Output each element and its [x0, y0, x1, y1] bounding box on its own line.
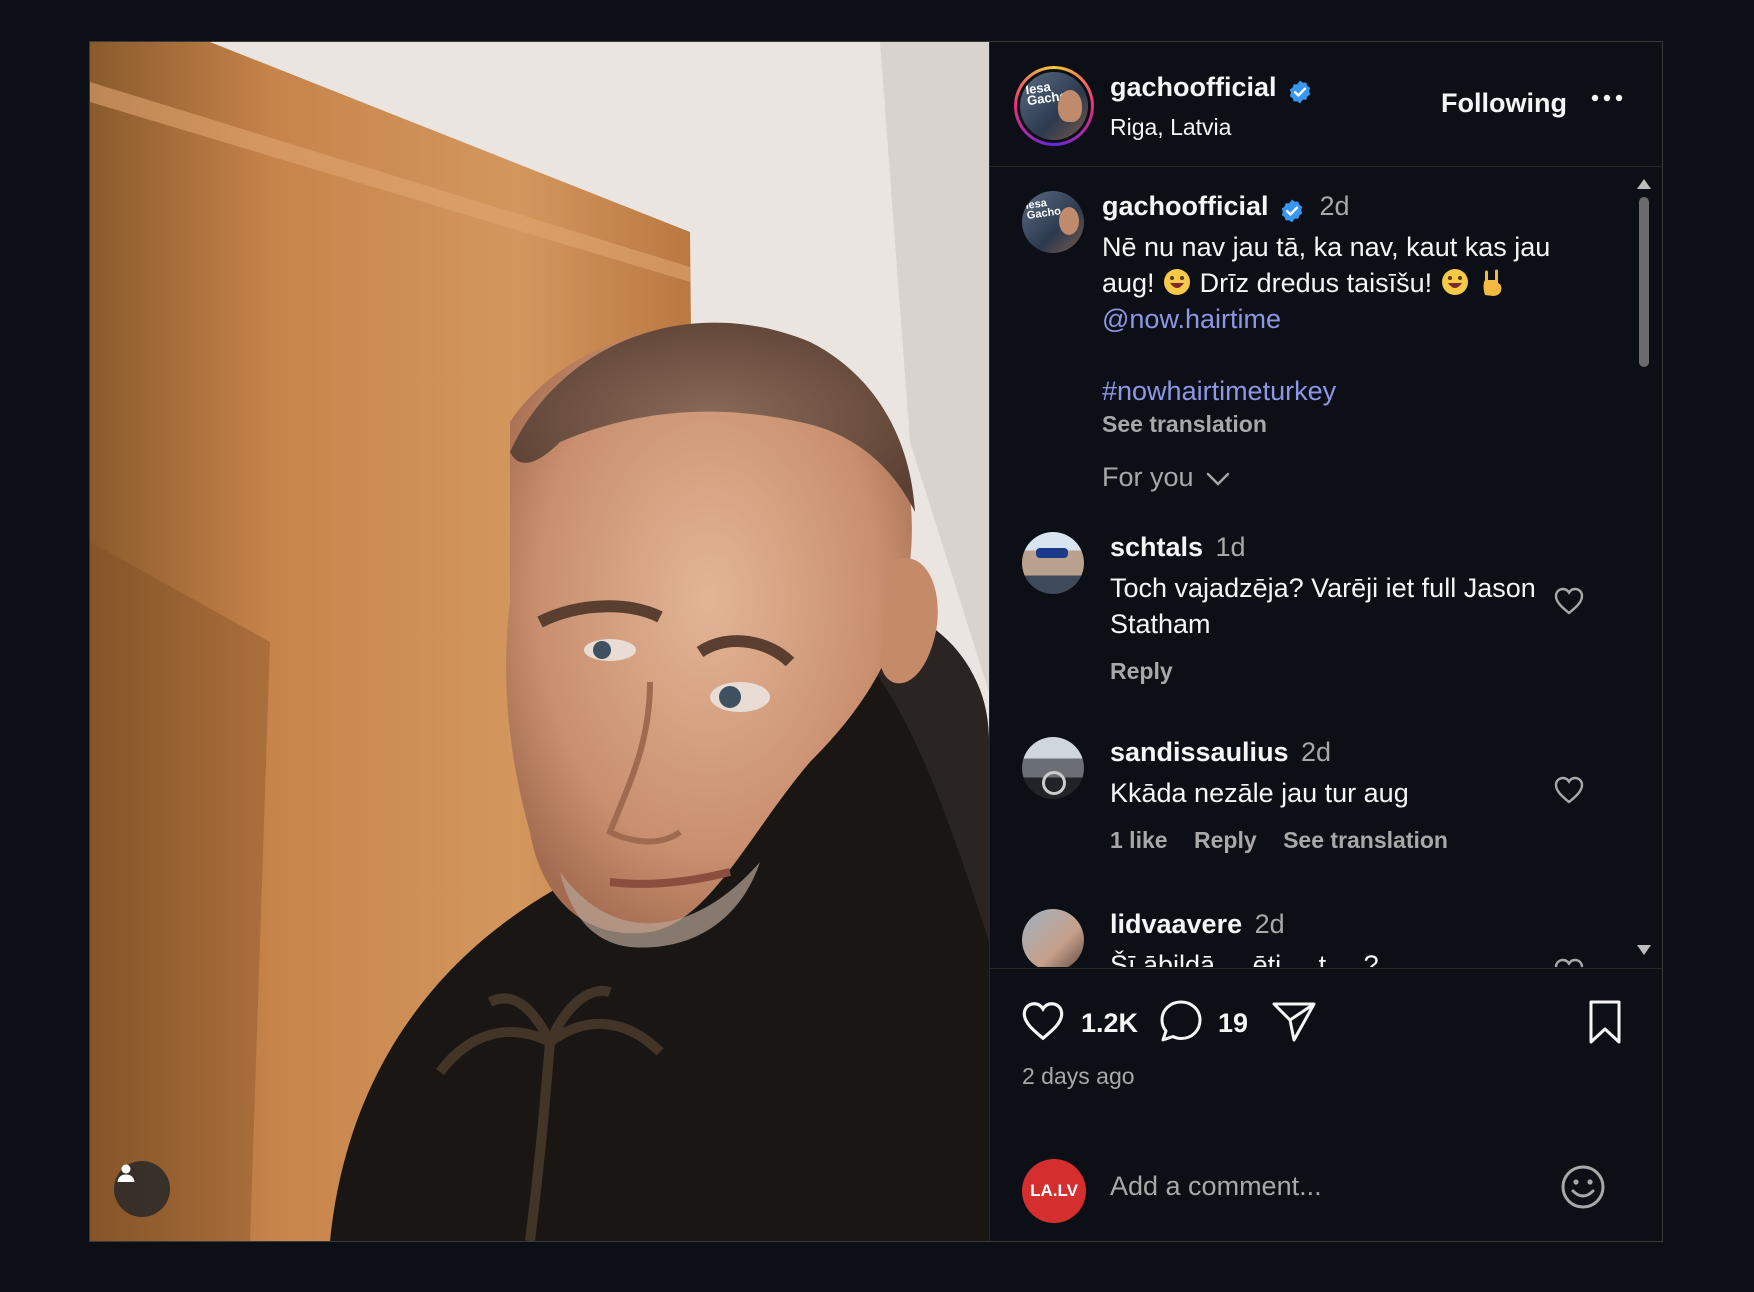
comment-author-avatar[interactable]: [1022, 737, 1084, 799]
heart-icon[interactable]: [1020, 999, 1066, 1043]
comment-username[interactable]: sandissaulius: [1110, 737, 1289, 767]
post-header: Iesa Gacho gachoofficial Riga, Latvia Fo…: [990, 42, 1662, 167]
comment-text: Kkāda nezāle jau tur aug: [1110, 778, 1409, 808]
likes-count-link[interactable]: 1 like: [1110, 827, 1168, 853]
comments-count[interactable]: 19: [1218, 1008, 1248, 1039]
comments-list[interactable]: Iesa Gacho gachoofficial 2d Nē nu nav ja…: [990, 167, 1661, 967]
caption-author-avatar[interactable]: Iesa Gacho: [1022, 191, 1084, 253]
smiley-icon[interactable]: [1559, 1163, 1607, 1211]
add-comment-input[interactable]: [1110, 1171, 1540, 1202]
caption-text-part2: Drīz dredus taisīšu!: [1199, 268, 1433, 298]
grinning-emoji-icon: [1164, 269, 1191, 295]
comments-scrollbar[interactable]: [1629, 167, 1659, 967]
current-user-avatar[interactable]: LA.LV: [1022, 1159, 1086, 1223]
share-icon[interactable]: [1271, 999, 1317, 1043]
heart-icon[interactable]: [1553, 957, 1585, 967]
comment-text: Šī ābildā ... ēti ... t ... ?: [1110, 950, 1379, 967]
comment-composer: LA.LV: [990, 1135, 1662, 1242]
caption-time[interactable]: 2d: [1319, 191, 1349, 221]
see-translation-link[interactable]: See translation: [1283, 827, 1448, 853]
rock-hand-emoji-icon: [1483, 269, 1502, 296]
tagged-users-button[interactable]: [114, 1161, 170, 1217]
caption-see-translation[interactable]: See translation: [1102, 411, 1602, 438]
following-button[interactable]: Following: [1441, 88, 1567, 119]
comment-author-avatar[interactable]: [1022, 532, 1084, 594]
post-location[interactable]: Riga, Latvia: [1110, 114, 1231, 141]
more-options-button[interactable]: [1590, 90, 1624, 108]
scroll-down-arrow[interactable]: [1637, 945, 1651, 955]
author-username[interactable]: gachoofficial: [1110, 72, 1277, 102]
reply-button[interactable]: Reply: [1194, 827, 1257, 853]
post-actions: 1.2K 19 2 days ago LA.LV: [990, 968, 1662, 1242]
comment-username[interactable]: schtals: [1110, 532, 1203, 562]
caption-text: Nē nu nav jau tā, ka nav, kaut kas jau a…: [1102, 229, 1602, 409]
caption-mention-link[interactable]: @now.hairtime: [1102, 304, 1281, 334]
comment-text: Toch vajadzēja? Varēji iet full Jason St…: [1110, 573, 1536, 639]
bookmark-icon[interactable]: [1585, 999, 1625, 1045]
post-photo-illustration: [90, 42, 989, 1241]
heart-icon[interactable]: [1553, 586, 1585, 616]
likes-count[interactable]: 1.2K: [1081, 1008, 1138, 1039]
post-photo[interactable]: [90, 42, 989, 1241]
comment-time[interactable]: 2d: [1301, 737, 1331, 767]
author-avatar[interactable]: Iesa Gacho: [1014, 66, 1094, 146]
caption-username[interactable]: gachoofficial: [1102, 191, 1269, 221]
post-date[interactable]: 2 days ago: [1022, 1063, 1135, 1090]
caption-hashtag-link[interactable]: #nowhairtimeturkey: [1102, 376, 1336, 406]
comment-author-avatar[interactable]: [1022, 909, 1084, 967]
scroll-up-arrow[interactable]: [1637, 179, 1651, 189]
comment-time[interactable]: 2d: [1255, 909, 1285, 939]
user-icon: [117, 1164, 135, 1182]
comment-username[interactable]: lidvaavere: [1110, 909, 1242, 939]
sort-label: For you: [1102, 462, 1194, 492]
comment-icon[interactable]: [1158, 999, 1204, 1043]
verified-badge-icon: [1289, 80, 1311, 104]
more-options-icon: [1591, 94, 1623, 102]
post-modal: Iesa Gacho gachoofficial Riga, Latvia Fo…: [89, 41, 1663, 1242]
reply-button[interactable]: Reply: [1110, 658, 1173, 684]
post-details-panel: Iesa Gacho gachoofficial Riga, Latvia Fo…: [989, 42, 1662, 1241]
grinning-emoji-icon: [1441, 269, 1468, 295]
comment-time[interactable]: 1d: [1216, 532, 1246, 562]
chevron-down-icon: [1206, 472, 1230, 486]
verified-badge-icon: [1281, 199, 1303, 223]
heart-icon[interactable]: [1553, 775, 1585, 805]
scrollbar-thumb[interactable]: [1639, 197, 1649, 367]
